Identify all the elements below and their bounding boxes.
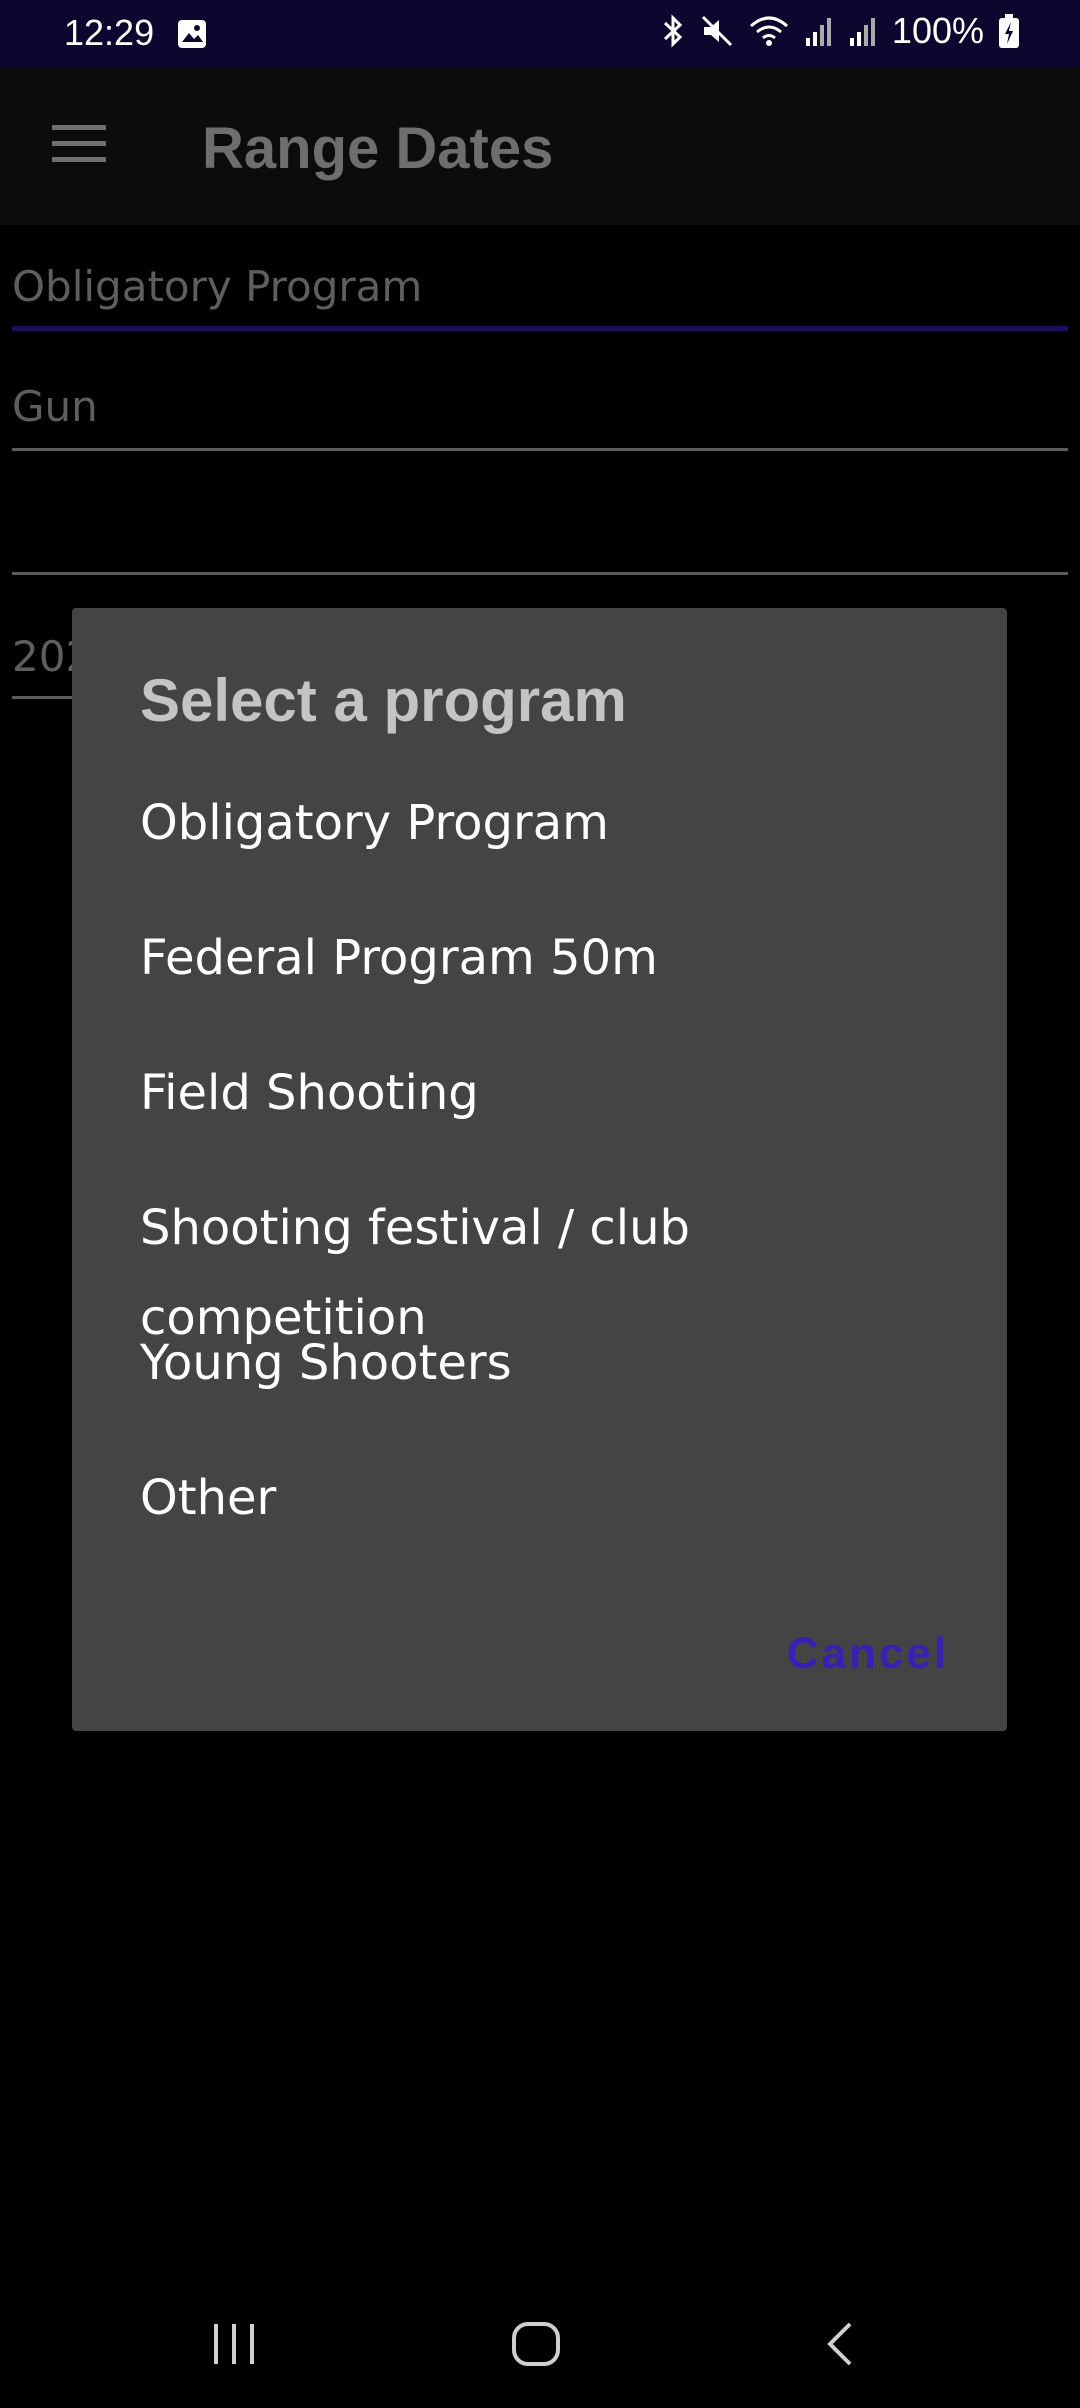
recent-apps-icon[interactable] — [210, 2322, 258, 2366]
program-option-federal-50m[interactable]: Federal Program 50m — [140, 913, 980, 1048]
program-option-festival-club[interactable]: Shooting festival / club competition — [140, 1183, 980, 1346]
program-option-other[interactable]: Other — [140, 1453, 980, 1588]
cancel-button[interactable]: Cancel — [787, 1629, 949, 1679]
program-option-obligatory[interactable]: Obligatory Program — [140, 778, 980, 913]
program-options-list: Obligatory Program Federal Program 50m F… — [140, 778, 980, 1588]
back-icon[interactable] — [820, 2320, 860, 2368]
dialog-title: Select a program — [140, 667, 627, 734]
program-option-field-shooting[interactable]: Field Shooting — [140, 1048, 980, 1183]
home-icon[interactable] — [510, 2320, 562, 2368]
select-program-dialog: Select a program Obligatory Program Fede… — [72, 608, 1007, 1731]
program-option-young-shooters[interactable]: Young Shooters — [140, 1318, 980, 1453]
system-nav-bar — [0, 2280, 1080, 2408]
